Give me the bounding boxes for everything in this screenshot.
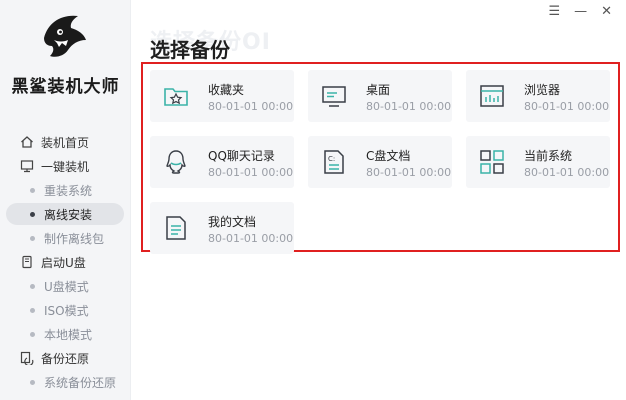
sidebar-item-label: 本地模式 xyxy=(44,327,93,342)
card-date: 80-01-01 00:00 xyxy=(524,100,610,113)
backup-card-desktop[interactable]: 桌面 80-01-01 00:00 xyxy=(308,70,452,122)
backup-card-qq-chat[interactable]: QQ聊天记录 80-01-01 00:00 xyxy=(150,136,294,188)
brand-name: 黑鲨装机大师 xyxy=(11,77,120,97)
sidebar-item-label: 装机首页 xyxy=(41,135,90,150)
backup-card-c-drive-docs[interactable]: C: C盘文档 80-01-01 00:00 xyxy=(308,136,452,188)
sidebar-item-reinstall-system[interactable]: 重装系统 xyxy=(0,178,131,202)
sidebar-nav: 装机首页 一键装机 重装系统 离线安装 制作离线包 启动U盘 U盘模式 ISO模… xyxy=(0,130,131,394)
sidebar-item-label: 启动U盘 xyxy=(41,255,86,270)
c-drive-doc-icon: C: xyxy=(324,150,344,174)
sidebar-item-make-offline-package[interactable]: 制作离线包 xyxy=(0,226,131,250)
bullet-icon xyxy=(30,379,35,385)
card-date: 80-01-01 00:00 xyxy=(208,166,294,179)
sidebar-item-iso-mode[interactable]: ISO模式 xyxy=(0,298,131,322)
bullet-icon xyxy=(30,235,35,241)
bullet-icon xyxy=(30,211,35,217)
backup-card-current-system[interactable]: 当前系统 80-01-01 00:00 xyxy=(466,136,610,188)
sidebar-item-one-click-install[interactable]: 一键装机 xyxy=(0,154,131,178)
card-name: 当前系统 xyxy=(524,149,573,163)
card-date: 80-01-01 00:00 xyxy=(524,166,610,179)
minimize-button[interactable]: — xyxy=(574,4,587,20)
card-name: C盘文档 xyxy=(366,149,411,163)
sidebar-item-usb-mode[interactable]: U盘模式 xyxy=(0,274,131,298)
page-title: 选择备份 xyxy=(150,38,230,62)
sidebar-item-local-mode[interactable]: 本地模式 xyxy=(0,322,131,346)
sidebar-item-label: 制作离线包 xyxy=(44,231,105,246)
backup-card-browser[interactable]: 浏览器 80-01-01 00:00 xyxy=(466,70,610,122)
backup-icon xyxy=(20,351,34,365)
card-date: 80-01-01 00:00 xyxy=(366,100,452,113)
sidebar-item-label: 一键装机 xyxy=(41,159,90,174)
sidebar-item-offline-install[interactable]: 离线安装 xyxy=(0,202,131,226)
bullet-icon xyxy=(30,307,35,313)
my-documents-icon xyxy=(166,216,186,240)
sidebar-item-label: 重装系统 xyxy=(44,183,93,198)
monitor-icon xyxy=(20,160,34,173)
desktop-icon xyxy=(322,86,346,107)
sidebar-item-home[interactable]: 装机首页 xyxy=(0,130,131,154)
sidebar-item-system-backup-restore[interactable]: 系统备份还原 xyxy=(0,370,131,394)
sidebar-item-label: 离线安装 xyxy=(44,207,93,222)
logo: 黑鲨装机大师 xyxy=(0,10,131,97)
shark-logo-icon xyxy=(44,15,86,57)
card-name: QQ聊天记录 xyxy=(208,149,275,163)
home-icon xyxy=(21,136,33,148)
browser-icon xyxy=(480,85,504,107)
card-date: 80-01-01 00:00 xyxy=(208,232,294,245)
close-button[interactable]: ✕ xyxy=(601,4,612,20)
card-date: 80-01-01 00:00 xyxy=(366,166,452,179)
card-name: 浏览器 xyxy=(524,83,561,97)
sidebar: 黑鲨装机大师 装机首页 一键装机 重装系统 离线安装 制作离线包 启动U盘 U盘… xyxy=(0,0,131,400)
system-icon xyxy=(480,150,504,174)
bullet-icon xyxy=(30,283,35,289)
backup-card-favorites[interactable]: 收藏夹 80-01-01 00:00 xyxy=(150,70,294,122)
sidebar-item-label: 备份还原 xyxy=(41,351,90,366)
window-controls: ☰ — ✕ xyxy=(548,4,612,20)
sidebar-item-label: ISO模式 xyxy=(44,303,89,318)
bullet-icon xyxy=(30,187,35,193)
backup-card-my-documents[interactable]: 我的文档 80-01-01 00:00 xyxy=(150,202,294,254)
favorites-icon xyxy=(164,88,188,106)
card-name: 收藏夹 xyxy=(208,83,245,97)
bullet-icon xyxy=(30,331,35,337)
sidebar-item-label: U盘模式 xyxy=(44,279,89,294)
svg-text:C:: C: xyxy=(328,155,335,163)
card-date: 80-01-01 00:00 xyxy=(208,100,294,113)
sidebar-item-backup-restore[interactable]: 备份还原 xyxy=(0,346,131,370)
qq-icon xyxy=(166,150,186,174)
sidebar-item-label: 系统备份还原 xyxy=(44,375,117,390)
menu-button[interactable]: ☰ xyxy=(548,4,560,20)
card-name: 桌面 xyxy=(366,83,391,97)
card-name: 我的文档 xyxy=(208,215,257,229)
usb-icon xyxy=(22,255,32,269)
sidebar-item-boot-usb[interactable]: 启动U盘 xyxy=(0,250,131,274)
